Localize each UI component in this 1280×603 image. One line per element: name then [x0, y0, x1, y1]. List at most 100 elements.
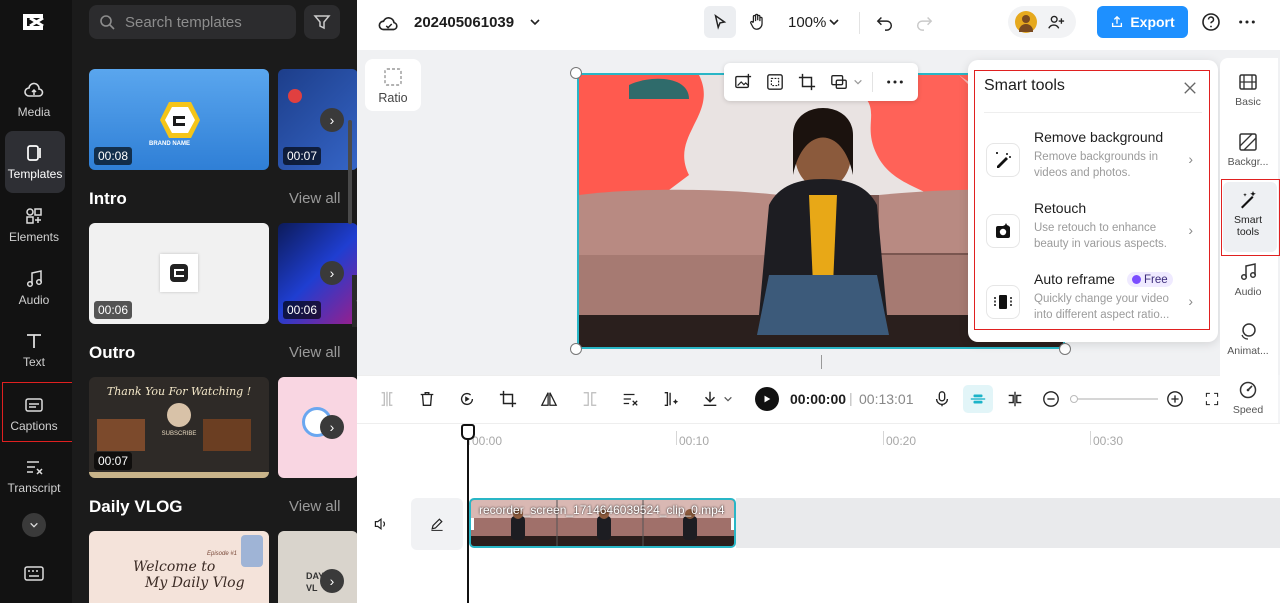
select-tool-button[interactable] — [704, 6, 736, 38]
replace-media-button[interactable] — [733, 72, 753, 92]
crop-button[interactable] — [498, 389, 518, 409]
template-thumbnail[interactable]: 00:06 — [278, 223, 357, 324]
capcut-logo[interactable] — [20, 10, 50, 34]
minus-circle-icon — [1043, 391, 1059, 407]
resize-handle[interactable] — [570, 67, 582, 79]
template-thumbnail[interactable]: Episode #1 Welcome to My Daily Vlog — [89, 531, 269, 603]
expand-more-button[interactable] — [22, 513, 46, 537]
playhead[interactable] — [467, 425, 469, 603]
rightbar-item-label: Audio — [1234, 286, 1262, 298]
keyboard-icon — [24, 566, 44, 581]
fit-timeline-button[interactable] — [1205, 389, 1219, 409]
search-input[interactable]: Search templates — [89, 5, 296, 39]
sidebar-item-text[interactable]: Text — [4, 320, 64, 380]
rightbar-item-animation[interactable]: Animat... — [1220, 321, 1276, 357]
filter-button[interactable] — [304, 5, 340, 39]
record-voice-button[interactable] — [932, 389, 952, 409]
export-button[interactable]: Export — [1097, 6, 1188, 38]
zoom-out-button[interactable] — [1041, 389, 1061, 409]
sidebar-item-templates[interactable]: Templates — [5, 131, 65, 193]
resize-handle[interactable] — [1059, 343, 1071, 355]
resize-handle[interactable] — [570, 343, 582, 355]
play-button[interactable] — [755, 387, 779, 411]
chevron-right-icon: › — [329, 419, 335, 435]
download-button[interactable] — [700, 389, 720, 409]
smart-cut-button[interactable] — [661, 389, 681, 409]
sidebar-item-media[interactable]: Media — [4, 70, 64, 130]
more-options-button[interactable] — [885, 72, 905, 92]
auto-snap-button[interactable] — [963, 385, 993, 413]
smart-tools-panel: Smart tools Remove background Remove bac… — [968, 60, 1218, 342]
left-sidebar: Media Templates Elements Audio Text Capt… — [0, 0, 74, 603]
chevron-right-icon: › — [329, 573, 335, 589]
hand-tool-button[interactable] — [741, 6, 773, 38]
mirror-button[interactable] — [580, 389, 600, 409]
fit-frame-icon — [767, 74, 783, 90]
rightbar-item-audio[interactable]: Audio — [1220, 262, 1276, 298]
template-thumbnail[interactable]: DAY VL — [278, 531, 357, 603]
flip-button[interactable] — [539, 389, 559, 409]
view-all-link[interactable]: View all — [289, 190, 340, 207]
video-clip[interactable]: recorder_screen_1714646039524_clip_0.mp4 — [469, 498, 736, 548]
chevron-down-icon[interactable] — [527, 14, 543, 30]
template-thumbnail[interactable]: Thank You For Watching ! SUBSCRIBE 00:07 — [89, 377, 269, 478]
project-name[interactable]: 202405061039 — [414, 14, 514, 31]
subscribe-text: SUBSCRIBE — [161, 431, 197, 437]
next-button[interactable]: › — [320, 108, 344, 132]
upload-icon — [1112, 15, 1123, 28]
rightbar-item-background[interactable]: Backgr... — [1220, 132, 1276, 168]
sidebar-item-label: Templates — [7, 167, 63, 181]
mask-button[interactable] — [829, 72, 849, 92]
track-mute-button[interactable] — [371, 514, 391, 534]
next-button[interactable]: › — [320, 569, 344, 593]
template-thumbnail[interactable] — [278, 377, 357, 478]
template-thumbnail[interactable]: BRAND NAME 00:08 — [89, 69, 269, 170]
playhead-handle[interactable] — [461, 424, 475, 440]
sidebar-item-elements[interactable]: Elements — [4, 195, 64, 255]
highlight-box — [2, 382, 74, 442]
keyboard-shortcuts-button[interactable] — [22, 563, 46, 585]
trim-handle-right[interactable] — [731, 518, 734, 530]
template-thumbnail[interactable]: 00:07 — [278, 69, 357, 170]
split-view-button[interactable] — [1005, 389, 1025, 409]
zoom-in-button[interactable] — [1165, 389, 1185, 409]
ratio-button[interactable]: Ratio — [365, 59, 421, 111]
chevron-down-icon[interactable] — [827, 14, 841, 30]
rightbar-item-basic[interactable]: Basic — [1220, 72, 1276, 108]
chevron-down-icon[interactable] — [852, 76, 864, 88]
template-thumbnail[interactable]: 00:06 — [89, 223, 269, 324]
undo-button[interactable] — [873, 10, 897, 34]
chevron-down-icon[interactable] — [722, 393, 734, 405]
more-menu-button[interactable] — [1236, 11, 1258, 33]
view-all-link[interactable]: View all — [289, 344, 340, 361]
redo-button[interactable] — [912, 10, 936, 34]
view-all-link[interactable]: View all — [289, 498, 340, 515]
sidebar-item-audio[interactable]: Audio — [4, 258, 64, 318]
search-icon — [100, 15, 115, 30]
music-note-icon — [1240, 263, 1257, 281]
collaborators[interactable] — [1008, 6, 1076, 38]
next-button[interactable]: › — [320, 415, 344, 439]
rightbar-item-speed[interactable]: Speed — [1220, 380, 1276, 416]
play-circle-icon — [460, 392, 474, 406]
zoom-level[interactable]: 100% — [788, 14, 826, 31]
freeze-button[interactable] — [457, 389, 477, 409]
crop-button[interactable] — [797, 72, 817, 92]
transcript-icon — [27, 461, 43, 475]
fit-button[interactable] — [765, 72, 785, 92]
sidebar-item-label: Media — [17, 105, 51, 119]
split-button[interactable] — [377, 389, 397, 409]
next-button[interactable]: › — [320, 261, 344, 285]
sidebar-item-transcript[interactable]: Transcript — [2, 446, 66, 506]
cover-edit-button[interactable] — [411, 498, 463, 550]
timeline-zoom-slider[interactable] — [1070, 395, 1158, 403]
delete-button[interactable] — [417, 389, 437, 409]
transcript-edit-button[interactable] — [620, 389, 640, 409]
scrollbar[interactable] — [348, 120, 352, 224]
help-button[interactable] — [1200, 11, 1222, 33]
download-icon — [703, 391, 717, 407]
slider-thumb[interactable] — [1070, 395, 1078, 403]
current-time: 00:00:00 — [790, 391, 847, 407]
cloud-icon[interactable] — [377, 12, 401, 36]
trim-handle-left[interactable] — [471, 518, 474, 530]
